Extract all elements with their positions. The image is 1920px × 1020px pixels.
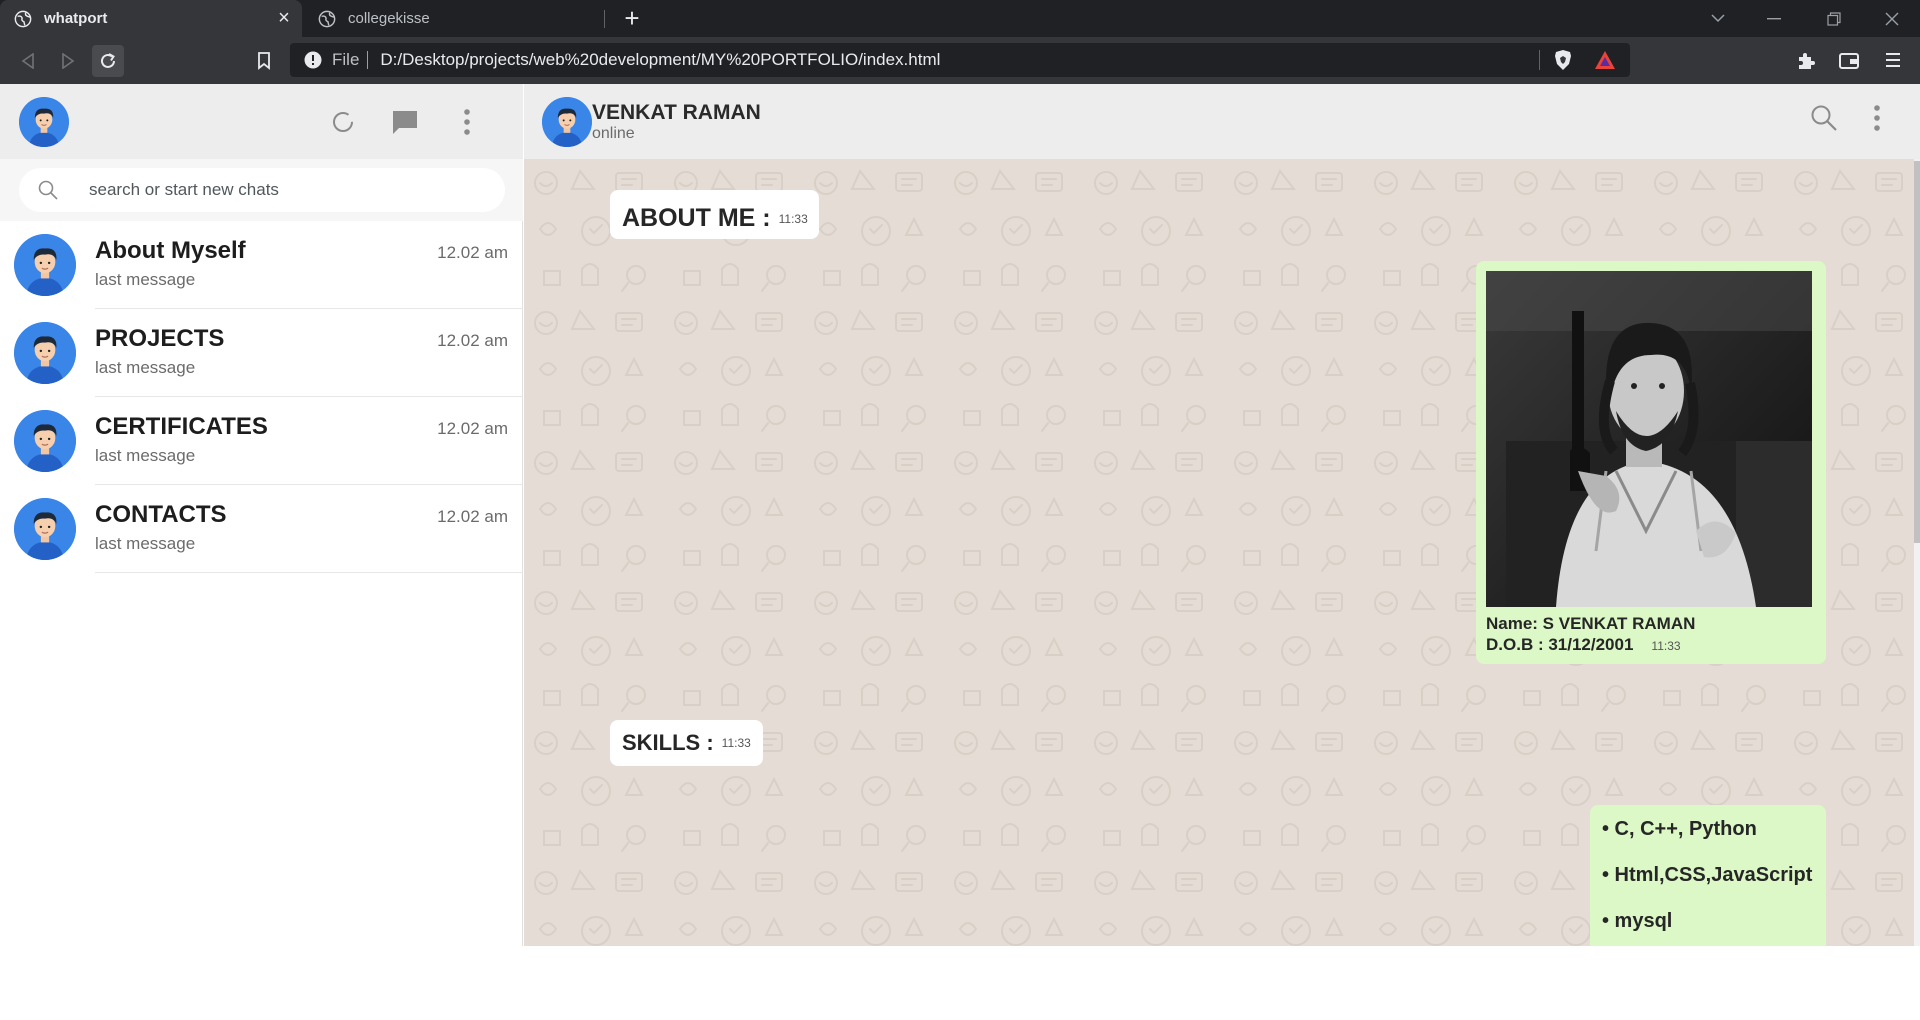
contact-status: online: [592, 125, 635, 142]
globe-icon: [318, 10, 336, 27]
chat-name: CERTIFICATES: [95, 413, 268, 440]
browser-tab-bar: whatport × collegekisse +: [0, 0, 1920, 37]
profile-name-line: Name: S VENKAT RAMAN: [1486, 614, 1696, 633]
chat-time: 12.02 am: [437, 331, 508, 350]
address-bar[interactable]: File D:/Desktop/projects/web%20developme…: [290, 43, 1630, 77]
back-button[interactable]: [12, 45, 44, 77]
contact-avatar[interactable]: [542, 97, 592, 147]
new-chat-icon[interactable]: [389, 106, 421, 138]
chat-name: About Myself: [95, 237, 246, 264]
message-about-me: ABOUT ME : 11:33: [610, 190, 819, 239]
contact-avatar: [14, 410, 76, 472]
chat-time: 12.02 am: [437, 243, 508, 262]
tab-collegekisse[interactable]: collegekisse: [304, 0, 604, 37]
message-time: 11:33: [778, 211, 808, 226]
message-profile-card: Name: S VENKAT RAMAN D.O.B : 31/12/2001 1…: [1476, 261, 1826, 664]
contact-name: VENKAT RAMAN: [592, 101, 761, 124]
chat-name: CONTACTS: [95, 501, 227, 528]
avatar-person-icon: [14, 498, 76, 560]
bookmark-icon[interactable]: [248, 45, 280, 77]
sidebar: About Myself last message 12.02 am PROJE…: [0, 84, 523, 946]
chat-item-projects[interactable]: PROJECTS last message 12.02 am: [0, 309, 523, 397]
avatar-person-icon: [542, 97, 592, 147]
forward-button[interactable]: [52, 45, 84, 77]
search-icon[interactable]: [1810, 104, 1838, 137]
search-input[interactable]: [89, 180, 469, 200]
brave-shield-icon[interactable]: [1553, 49, 1573, 76]
browser-menu-icon[interactable]: [1885, 50, 1901, 75]
minimize-button[interactable]: [1748, 0, 1800, 37]
chat-name: PROJECTS: [95, 325, 225, 352]
tab-title: whatport: [44, 10, 108, 27]
chat-scrollbar-thumb[interactable]: [1914, 161, 1920, 543]
skill-item: • Html,CSS,JavaScript: [1602, 864, 1813, 886]
chat-wallpaper: ABOUT ME : 11:33 Name: S VENKAT RAMAN D.…: [524, 159, 1914, 946]
close-window-button[interactable]: [1866, 0, 1918, 37]
contact-avatar: [14, 234, 76, 296]
tab-whatport[interactable]: whatport ×: [0, 0, 302, 37]
chat-item-certificates[interactable]: CERTIFICATES last message 12.02 am: [0, 397, 523, 485]
search-icon: [38, 180, 58, 200]
chat-last-message: last message: [95, 270, 196, 289]
sidebar-header: [0, 84, 523, 159]
contact-avatar: [14, 498, 76, 560]
scheme-divider: [367, 51, 369, 69]
profile-dob-line: D.O.B : 31/12/2001: [1486, 635, 1634, 654]
info-icon[interactable]: [304, 51, 322, 69]
globe-icon: [14, 10, 32, 27]
chat-last-message: last message: [95, 358, 196, 377]
wallet-icon[interactable]: [1838, 51, 1860, 76]
status-icon[interactable]: [327, 106, 359, 138]
tab-divider: [604, 10, 605, 28]
url-text: D:/Desktop/projects/web%20development/MY…: [380, 50, 941, 69]
extensions-icon[interactable]: [1796, 51, 1816, 76]
tab-search-icon[interactable]: [1692, 0, 1744, 37]
close-tab-icon[interactable]: ×: [270, 5, 298, 33]
brave-rewards-icon[interactable]: [1594, 50, 1616, 75]
profile-photo-image: [1486, 271, 1812, 607]
restore-button[interactable]: [1808, 0, 1860, 37]
chat-time: 12.02 am: [437, 419, 508, 438]
contact-avatar: [14, 322, 76, 384]
chat-item-contacts[interactable]: CONTACTS last message 12.02 am: [0, 485, 523, 573]
message-time: 11:33: [721, 736, 751, 750]
avatar-person-icon: [14, 234, 76, 296]
conversation-menu-icon[interactable]: [1874, 105, 1880, 136]
sidebar-menu-icon[interactable]: [451, 106, 483, 138]
message-time: 11:33: [1651, 639, 1681, 653]
message-text: ABOUT ME :: [622, 204, 771, 232]
message-skill-list: • C, C++, Python • Html,CSS,JavaScript •…: [1590, 805, 1826, 946]
skill-item: • mysql: [1602, 910, 1673, 932]
conversation-panel: VENKAT RAMAN online ABOUT ME: 11:33 Nam…: [524, 84, 1920, 946]
chat-last-message: last message: [95, 446, 196, 465]
divider: [95, 572, 523, 573]
avatar-person-icon: [19, 97, 69, 147]
search-box: [19, 168, 505, 212]
chat-list: About Myself last message 12.02 am PROJE…: [0, 221, 523, 573]
chat-item-about-myself[interactable]: About Myself last message 12.02 am: [0, 221, 523, 309]
search-bar-container: [0, 159, 523, 221]
profile-photo[interactable]: [1486, 271, 1812, 607]
conversation-header: VENKAT RAMAN online: [524, 84, 1920, 159]
message-skills: SKILLS : 11:33: [610, 720, 763, 766]
skill-item: • C, C++, Python: [1602, 818, 1757, 840]
tab-title: collegekisse: [348, 10, 430, 27]
chat-last-message: last message: [95, 534, 196, 553]
reload-button[interactable]: [92, 45, 124, 77]
browser-toolbar: File D:/Desktop/projects/web%20developme…: [0, 37, 1920, 84]
new-tab-button[interactable]: +: [618, 3, 646, 33]
chat-time: 12.02 am: [437, 507, 508, 526]
whatsapp-clone-app: About Myself last message 12.02 am PROJE…: [0, 84, 1920, 946]
avatar-person-icon: [14, 410, 76, 472]
omnibox-divider: [1539, 50, 1540, 70]
avatar-person-icon: [14, 322, 76, 384]
user-avatar[interactable]: [19, 97, 69, 147]
url-scheme: File: [332, 50, 360, 69]
message-text: SKILLS :: [622, 730, 714, 755]
